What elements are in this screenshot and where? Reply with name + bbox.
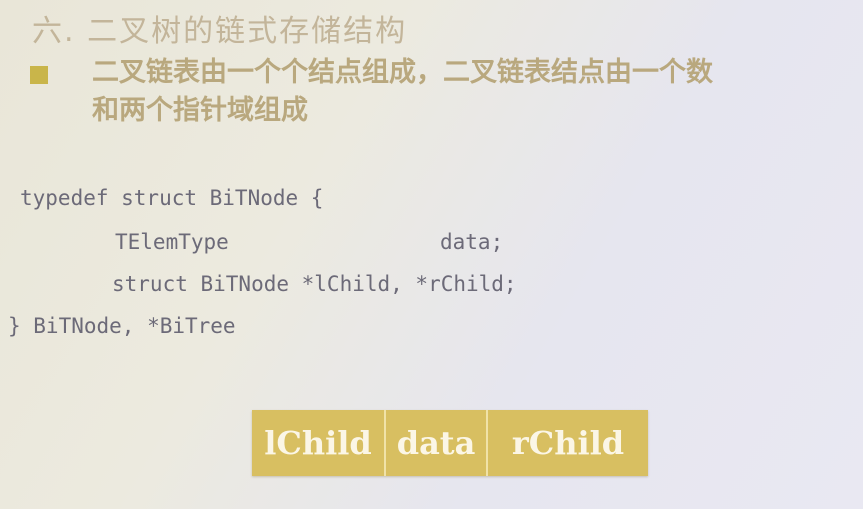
bullet-text: 二叉链表由一个个结点组成，二叉链表结点由一个数 和两个指针域组成 xyxy=(92,54,863,130)
node-field-data: data xyxy=(386,410,488,476)
slide-title: 六. 二叉树的链式存储结构 xyxy=(32,14,408,49)
bullet-text-line-2: 和两个指针域组成 xyxy=(92,95,308,126)
bullet-text-line-1: 二叉链表由一个个结点组成，二叉链表结点由一个数 xyxy=(92,57,713,88)
code-line-2-field: data; xyxy=(440,230,504,254)
slide: 六. 二叉树的链式存储结构 二叉链表由一个个结点组成，二叉链表结点由一个数 和两… xyxy=(0,0,863,509)
code-line-3: struct BiTNode *lChild, *rChild; xyxy=(112,272,517,296)
code-line-4: } BiTNode, *BiTree xyxy=(8,314,236,338)
code-block: typedef struct BiTNode { TElemType data;… xyxy=(0,186,517,354)
node-field-lchild: lChild xyxy=(252,410,386,476)
binary-node-diagram: lChild data rChild xyxy=(252,410,648,476)
code-line-2-type: TElemType xyxy=(115,230,229,254)
code-line-1: typedef struct BiTNode { xyxy=(20,186,324,210)
bullet-square-icon xyxy=(30,66,48,84)
node-field-rchild: rChild xyxy=(511,424,625,462)
